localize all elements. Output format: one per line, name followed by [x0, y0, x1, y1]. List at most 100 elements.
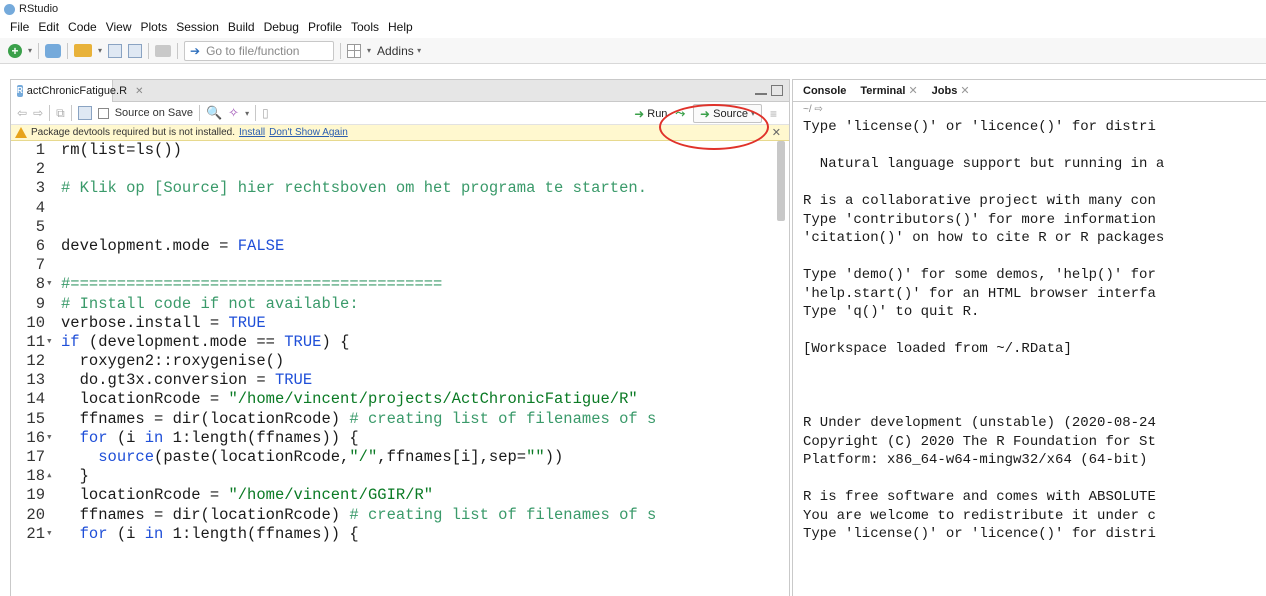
toolbar-divider	[38, 42, 40, 59]
code-line[interactable]: 10 verbose.install = TRUE	[11, 314, 789, 333]
search-icon[interactable]: 🔍	[206, 105, 222, 121]
editor-tab-actchronicfatigue[interactable]: R actChronicFatigue.R ✕	[11, 80, 143, 102]
code-line[interactable]: 7	[11, 256, 789, 275]
console-output[interactable]: Type 'license()' or 'licence()' for dist…	[793, 118, 1266, 544]
open-file-dropdown-icon[interactable]: ▾	[98, 46, 102, 55]
code-line[interactable]: 5	[11, 218, 789, 237]
fold-toggle-icon[interactable]: ▾	[45, 333, 57, 352]
menu-session[interactable]: Session	[176, 20, 219, 34]
menu-profile[interactable]: Profile	[308, 20, 342, 34]
console-pane: Console Terminal ✕ Jobs ✕ ~/ ⇨ Type 'licen…	[792, 79, 1266, 596]
code-line[interactable]: 6 development.mode = FALSE	[11, 237, 789, 256]
line-number: 21	[26, 524, 45, 543]
menu-help[interactable]: Help	[388, 20, 413, 34]
tab-terminal[interactable]: Terminal ✕	[860, 84, 917, 97]
code-line[interactable]: 21 ▾ for (i in 1:length(ffnames)) {	[11, 525, 789, 544]
run-button[interactable]: ➜ Run	[634, 107, 667, 121]
code-line[interactable]: 12 roxygen2::roxygenise()	[11, 352, 789, 371]
rstudio-logo-icon	[4, 3, 15, 15]
code-line[interactable]: 13 do.gt3x.conversion = TRUE	[11, 371, 789, 390]
code-line[interactable]: 9 # Install code if not available:	[11, 295, 789, 314]
source-on-save-checkbox[interactable]	[97, 107, 109, 119]
menu-build[interactable]: Build	[228, 20, 255, 34]
save-icon[interactable]	[77, 106, 92, 120]
plus-icon: +	[8, 43, 22, 58]
code-text: source(paste(locationRcode,"/",ffnames[i…	[98, 448, 564, 466]
run-label: Run	[647, 107, 668, 120]
minimize-pane-icon[interactable]	[755, 93, 767, 95]
print-button[interactable]	[155, 42, 172, 60]
close-icon[interactable]: ✕	[772, 126, 781, 139]
code-line[interactable]: 2	[11, 160, 789, 179]
show-in-window-icon[interactable]: ⧉	[56, 106, 65, 121]
save-all-button[interactable]	[128, 42, 143, 60]
code-tools-dropdown-icon[interactable]: ▾	[245, 109, 249, 118]
close-icon[interactable]: ✕	[960, 85, 969, 97]
new-project-button[interactable]	[45, 42, 62, 60]
source-on-save-label: Source on Save	[114, 107, 193, 119]
code-text: #=======================================…	[61, 275, 443, 294]
outline-icon[interactable]: ≡	[770, 107, 777, 121]
fold-toggle-icon[interactable]: ▾	[45, 429, 57, 448]
code-line[interactable]: 18 ▴ }	[11, 467, 789, 486]
install-link[interactable]: Install	[239, 127, 265, 138]
close-icon[interactable]: ✕	[135, 86, 143, 97]
menu-edit[interactable]: Edit	[38, 20, 59, 34]
code-text: do.gt3x.conversion = TRUE	[61, 371, 313, 390]
code-line[interactable]: 20 ffnames = dir(locationRcode) # creati…	[11, 506, 789, 525]
line-number: 18	[26, 467, 45, 486]
menu-plots[interactable]: Plots	[141, 20, 168, 34]
code-line[interactable]: 19 locationRcode = "/home/vincent/GGIR/R…	[11, 486, 789, 505]
dont-show-again-link[interactable]: Don't Show Again	[269, 127, 348, 138]
line-number: 5	[35, 217, 45, 236]
code-text: roxygen2::roxygenise()	[61, 352, 285, 371]
rerun-icon[interactable]: ⤳	[675, 106, 685, 121]
tab-jobs[interactable]: Jobs ✕	[932, 84, 970, 97]
line-number: 9	[35, 294, 45, 313]
menu-file[interactable]: File	[10, 20, 29, 34]
code-line[interactable]: 3 # Klik op [Source] hier rechtsboven om …	[11, 179, 789, 198]
fold-toggle-icon[interactable]: ▾	[45, 525, 57, 544]
fold-toggle-icon[interactable]: ▴	[45, 467, 57, 486]
menu-debug[interactable]: Debug	[264, 20, 299, 34]
close-icon[interactable]: ✕	[908, 85, 917, 97]
code-line[interactable]: 1 rm(list=ls())	[11, 141, 789, 160]
compile-report-icon[interactable]: ▯	[262, 106, 269, 120]
menu-view[interactable]: View	[106, 20, 132, 34]
menu-tools[interactable]: Tools	[351, 20, 379, 34]
package-warning-bar: Package devtools required but is not ins…	[11, 125, 789, 141]
source-button[interactable]: ➜ Source ▾	[693, 104, 762, 123]
new-file-button[interactable]: +	[8, 42, 22, 60]
go-to-directory-icon[interactable]: ⇨	[814, 104, 822, 115]
toolbar-divider	[340, 42, 342, 59]
pane-layout-button[interactable]	[347, 42, 362, 60]
code-line[interactable]: 4	[11, 199, 789, 218]
code-editor[interactable]: 1 rm(list=ls()) 2 3 # Klik op [Source] hier …	[11, 141, 789, 581]
line-number: 8	[35, 275, 45, 294]
code-line[interactable]: 17 source(paste(locationRcode,"/",ffname…	[11, 448, 789, 467]
addins-button[interactable]: Addins ▾	[377, 42, 421, 60]
code-line[interactable]: 8 ▾ #=====================================…	[11, 275, 789, 294]
editor-scrollbar[interactable]	[777, 141, 785, 221]
toolbar-divider	[255, 105, 257, 121]
code-tools-wand-icon[interactable]: ✧	[228, 105, 239, 121]
code-text: verbose.install = TRUE	[61, 313, 266, 332]
warning-message: Package devtools required but is not ins…	[31, 127, 236, 138]
new-file-dropdown-icon[interactable]: ▾	[28, 46, 32, 55]
editor-tab-label: actChronicFatigue.R	[26, 85, 128, 97]
menu-code[interactable]: Code	[68, 20, 97, 34]
save-button[interactable]	[108, 42, 123, 60]
code-line[interactable]: 16 ▾ for (i in 1:length(ffnames)) {	[11, 429, 789, 448]
tab-console[interactable]: Console	[803, 85, 846, 97]
fold-toggle-icon[interactable]: ▾	[45, 275, 57, 294]
code-text: locationRcode = "/home/vincent/projects/…	[61, 390, 638, 409]
open-file-button[interactable]	[74, 42, 93, 60]
pane-layout-dropdown-icon[interactable]: ▾	[367, 46, 371, 55]
back-arrow-icon[interactable]: ⇦	[17, 106, 27, 120]
code-line[interactable]: 15 ffnames = dir(locationRcode) # creati…	[11, 410, 789, 429]
forward-arrow-icon[interactable]: ⇨	[33, 106, 43, 120]
code-line[interactable]: 14 locationRcode = "/home/vincent/projec…	[11, 390, 789, 409]
maximize-pane-icon[interactable]	[771, 85, 783, 96]
goto-file-input[interactable]: ➔ Go to file/function	[184, 40, 335, 61]
code-line[interactable]: 11 ▾ if (development.mode == TRUE) {	[11, 333, 789, 352]
